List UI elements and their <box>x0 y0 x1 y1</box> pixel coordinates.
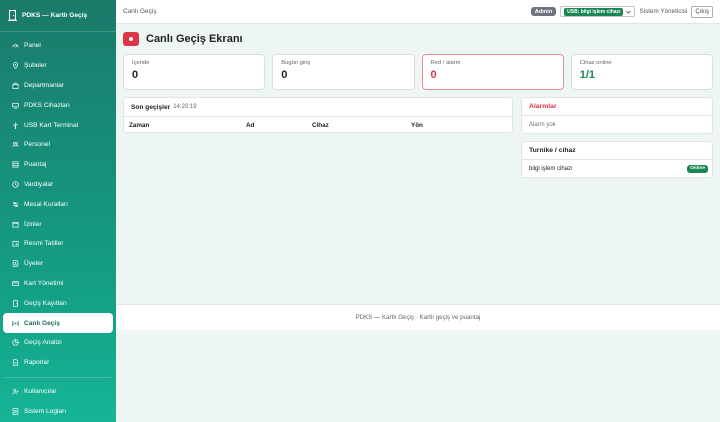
stat-label: Cihaz online <box>579 60 612 66</box>
chart-icon <box>12 339 19 346</box>
page-header: Canlı Geçiş Ekranı <box>123 32 243 46</box>
sidebar-item-departmanlar[interactable]: Departmanlar <box>3 76 113 96</box>
logout-button[interactable]: Çıkış <box>691 5 713 18</box>
broadcast-icon <box>12 320 19 326</box>
sidebar-item-izinler[interactable]: İzinler <box>3 214 113 234</box>
recent-passes-panel: Son geçişler 14:20:19 Zaman Ad Cihaz Yön <box>123 97 513 133</box>
sidebar-item-vardiyalar[interactable]: Vardiyalar <box>3 175 113 195</box>
sidebar-item-pdks-cihazlari[interactable]: PDKS Cihazları <box>3 95 113 115</box>
sidebar-item-gecis-kayitlari[interactable]: Geçiş Kayıtları <box>3 293 113 313</box>
building-icon <box>12 82 19 89</box>
stat-card-cihaz-online: Cihaz online 1/1 <box>570 54 713 90</box>
topbar: Canlı Geçiş Admin USB: bilgi işlem cihaz… <box>116 0 720 24</box>
stat-label: Red / alarm <box>430 60 461 66</box>
column-header-zaman[interactable]: Zaman <box>129 122 149 129</box>
sidebar: PDKS — Kartlı Geçiş Panel Şubeler Depart… <box>0 0 116 422</box>
calendar-icon <box>12 221 19 228</box>
footer: PDKS — Kartlı Geçiş · Kartlı geçiş ve pu… <box>116 304 720 330</box>
usb-icon <box>13 122 18 129</box>
sidebar-divider <box>5 376 111 378</box>
alarms-title: Alarmlar <box>522 98 712 116</box>
usb-device-select[interactable]: USB: bilgi işlem cihazı <box>560 6 636 17</box>
sliders-icon <box>12 201 19 207</box>
passes-time: 14:20:19 <box>173 104 197 110</box>
stat-value: 0 <box>132 69 139 81</box>
user-name: Sistem Yöneticisi <box>639 8 688 15</box>
sidebar-item-raporlar[interactable]: Raporlar <box>3 353 113 373</box>
sidebar-item-gecis-analizi[interactable]: Geçiş Analizi <box>3 333 113 353</box>
passes-table-header: Zaman Ad Cihaz Yön <box>124 116 512 133</box>
table-icon <box>12 161 19 168</box>
people-icon <box>12 142 19 148</box>
device-icon <box>12 102 19 109</box>
breadcrumb[interactable]: Canlı Geçiş <box>123 8 157 15</box>
stat-value: 1/1 <box>579 69 596 81</box>
column-header-yon[interactable]: Yön <box>411 122 423 129</box>
stat-value: 0 <box>430 69 437 81</box>
sidebar-item-subeler[interactable]: Şubeler <box>3 56 113 76</box>
alarms-body: Alarm yok <box>522 116 712 133</box>
clock-icon <box>12 181 19 188</box>
card-icon <box>12 281 19 286</box>
stat-label: İçeride <box>132 60 150 66</box>
column-header-cihaz[interactable]: Cihaz <box>312 122 329 129</box>
chevron-down-icon <box>626 10 632 14</box>
users-icon <box>12 388 19 395</box>
brand-title: PDKS — Kartlı Geçiş <box>22 12 88 19</box>
page-title: Canlı Geçiş Ekranı <box>146 33 243 45</box>
sidebar-item-uyeler[interactable]: Üyeler <box>3 254 113 274</box>
sidebar-item-mesai-kurallari[interactable]: Mesai Kuralları <box>3 194 113 214</box>
record-icon <box>123 32 139 46</box>
map-pin-icon <box>12 62 19 70</box>
door-logo-icon <box>8 10 17 21</box>
alarms-panel: Alarmlar Alarm yok <box>521 97 713 134</box>
sidebar-item-panel[interactable]: Panel <box>3 36 113 56</box>
report-icon <box>12 359 19 366</box>
alarms-empty-text: Alarm yok <box>529 121 556 128</box>
member-icon <box>12 260 19 267</box>
sidebar-item-resmi-tatiller[interactable]: Resmi Tatiller <box>3 234 113 254</box>
stat-value: 0 <box>281 69 288 81</box>
passes-header: Son geçişler 14:20:19 <box>124 98 512 116</box>
gauge-icon <box>12 44 19 48</box>
stat-label: Bugün giriş <box>281 60 311 66</box>
log-icon <box>12 408 19 415</box>
passes-title: Son geçişler <box>131 103 171 111</box>
sidebar-nav: Panel Şubeler Departmanlar PDKS Cihazlar… <box>0 32 116 421</box>
sidebar-item-canli-gecis[interactable]: Canlı Geçiş <box>3 313 113 333</box>
stat-card-iceride: İçeride 0 <box>123 54 266 90</box>
footer-text: PDKS — Kartlı Geçiş · Kartlı geçiş ve pu… <box>355 314 481 321</box>
sidebar-item-sistem-loglari[interactable]: Sistem Logları <box>3 401 113 421</box>
column-header-ad[interactable]: Ad <box>246 122 254 129</box>
stat-card-red-alarm: Red / alarm 0 <box>421 54 564 90</box>
devices-panel: Turnike / cihaz bilgi işlem cihazı Onlin… <box>521 141 713 178</box>
device-row: bilgi işlem cihazı Online <box>522 160 712 177</box>
sidebar-brand[interactable]: PDKS — Kartlı Geçiş <box>0 0 116 32</box>
sidebar-item-personel[interactable]: Personel <box>3 135 113 155</box>
sidebar-item-puantaj[interactable]: Puantaj <box>3 155 113 175</box>
calendar-event-icon <box>12 241 19 247</box>
sidebar-item-kart-yonetimi[interactable]: Kart Yönetimi <box>3 274 113 294</box>
device-status-badge: Online <box>687 164 708 173</box>
devices-title: Turnike / cihaz <box>522 142 712 160</box>
door-icon <box>13 300 18 307</box>
usb-status-pill: USB: bilgi işlem cihazı <box>564 7 624 16</box>
main-content: Canlı Geçiş Ekranı İçeride 0 Bugün giriş… <box>116 24 720 422</box>
topbar-right: Admin USB: bilgi işlem cihazı Sistem Yön… <box>530 5 713 18</box>
sidebar-item-kullanicilar[interactable]: Kullanıcılar <box>3 382 113 402</box>
device-name: bilgi işlem cihazı <box>529 165 573 172</box>
stat-card-bugun-giris: Bugün giriş 0 <box>272 54 415 90</box>
sidebar-item-usb-kart-terminal[interactable]: USB Kart Terminal <box>3 115 113 135</box>
role-badge: Admin <box>530 7 557 16</box>
stats-row: İçeride 0 Bugün giriş 0 Red / alarm 0 Ci… <box>123 54 713 90</box>
